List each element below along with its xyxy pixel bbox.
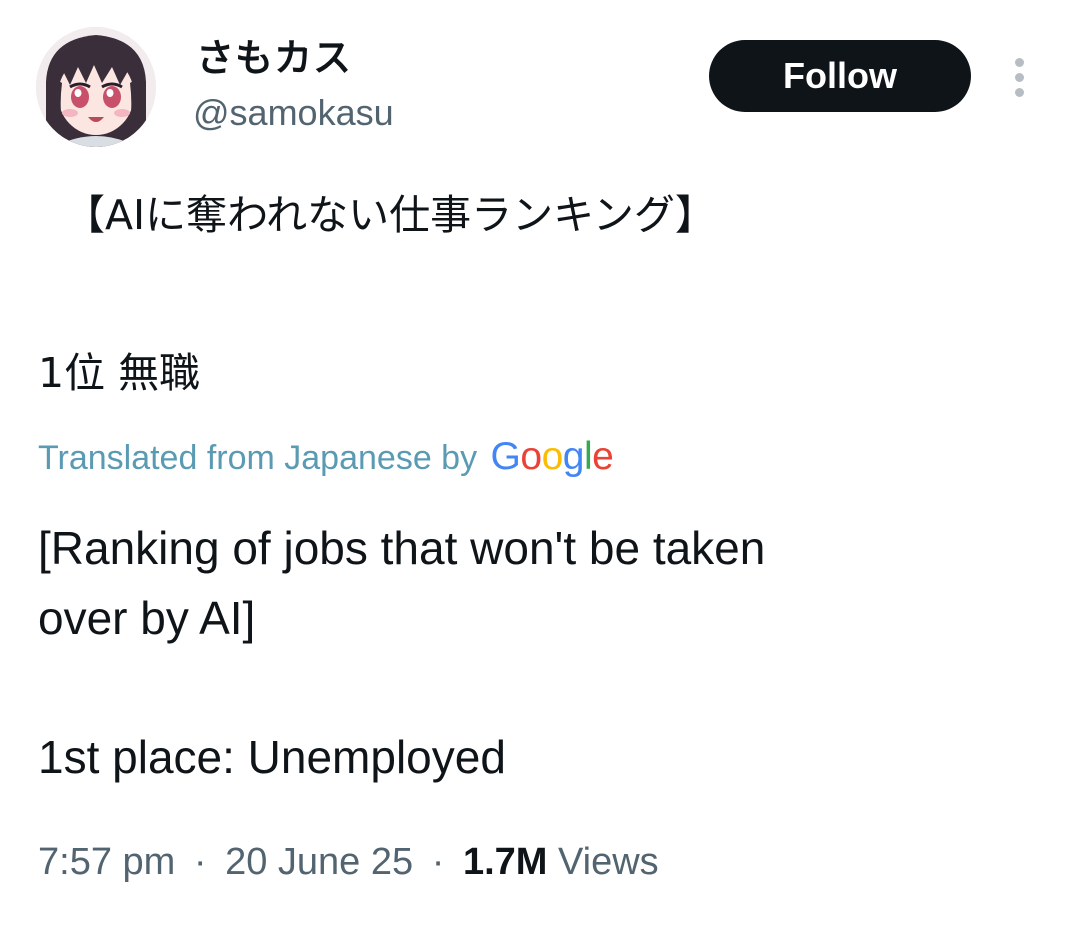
views-label: Views <box>557 841 659 883</box>
meta-separator: · <box>193 841 207 883</box>
translation-note-text: Translated from Japanese by <box>38 439 478 477</box>
tweet-translated-rank: 1st place: Unemployed <box>38 731 506 783</box>
tweet-meta: 7:57 pm · 20 June 25 · 1.7M Views <box>38 836 659 888</box>
tweet-translated-title-line-2: over by AI] <box>38 592 256 644</box>
google-logo-letter: l <box>583 435 593 478</box>
google-logo-letter: o <box>541 435 564 478</box>
translation-attribution[interactable]: Translated from Japanese by Google <box>38 434 614 481</box>
tweet-date[interactable]: 20 June 25 <box>225 841 413 883</box>
user-handle[interactable]: @samokasu <box>193 90 394 136</box>
tweet-translated-title-line-1: [Ranking of jobs that won't be taken <box>38 522 766 574</box>
anime-girl-avatar-icon <box>36 27 156 147</box>
tweet-original-title: 【AIに奪われない仕事ランキング】 <box>64 191 716 239</box>
google-logo-letter: g <box>562 435 585 478</box>
display-name[interactable]: さもカス <box>196 34 352 82</box>
views-count: 1.7M <box>462 841 548 883</box>
more-options-button[interactable] <box>1004 56 1036 100</box>
google-logo-letter: e <box>592 435 614 478</box>
meta-separator: · <box>431 841 445 883</box>
google-logo: Google <box>491 435 614 478</box>
tweet-original-rank: 1位 無職 <box>38 349 201 397</box>
tweet-time[interactable]: 7:57 pm <box>38 841 175 883</box>
avatar[interactable] <box>36 27 156 147</box>
follow-button[interactable]: Follow <box>709 40 971 112</box>
views-link[interactable]: 1.7M Views <box>463 841 659 883</box>
google-logo-letter: G <box>490 435 521 478</box>
google-logo-letter: o <box>520 435 542 478</box>
